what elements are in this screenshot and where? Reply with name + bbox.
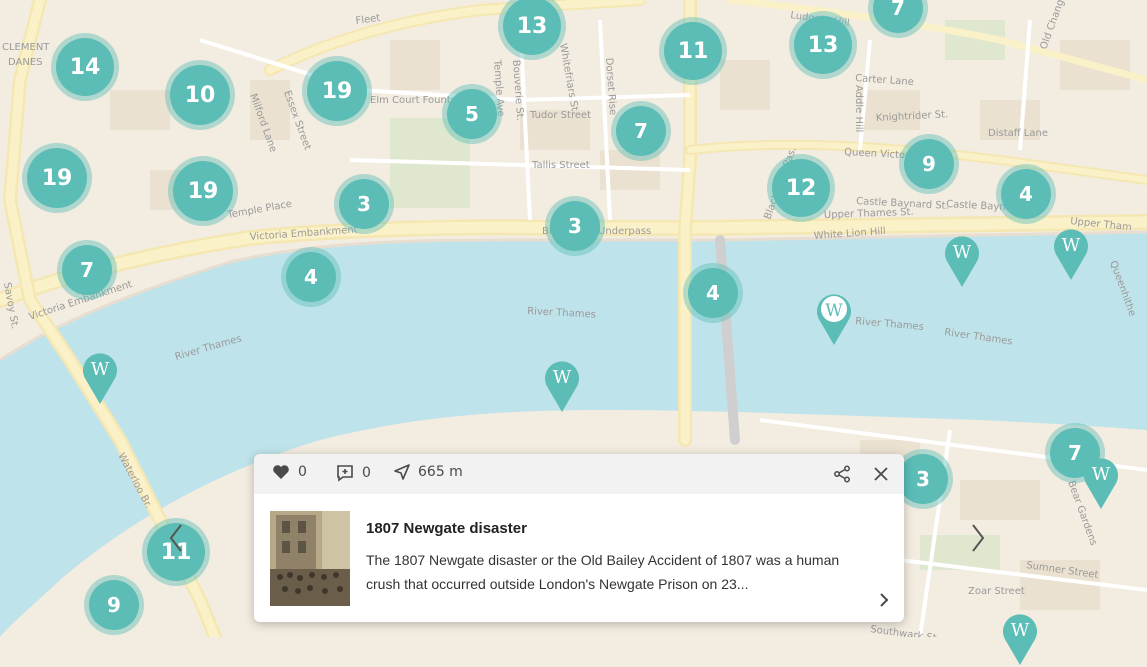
chevron-left-icon — [169, 524, 182, 552]
cluster-marker[interactable]: 9 — [84, 575, 144, 635]
svg-text:W: W — [91, 359, 110, 380]
wikipedia-w-icon[interactable]: W — [1052, 226, 1090, 282]
cluster-count: 9 — [904, 139, 954, 189]
cluster-marker[interactable]: 3 — [545, 196, 605, 256]
svg-text:W: W — [1011, 620, 1030, 641]
cluster-count: 19 — [173, 161, 233, 221]
cluster-count: 5 — [447, 89, 497, 139]
article-thumbnail[interactable] — [270, 511, 350, 606]
cluster-count: 3 — [898, 454, 948, 504]
comment-count: 0 — [362, 465, 371, 481]
svg-text:W: W — [553, 367, 572, 388]
close-icon — [874, 467, 888, 481]
cluster-marker[interactable]: 3 — [334, 174, 394, 234]
cluster-marker[interactable]: 19 — [22, 143, 92, 213]
svg-text:W: W — [1062, 235, 1081, 256]
share-button[interactable] — [830, 462, 854, 486]
place-info-card[interactable]: 0 0 665 m 1807 Newgate disaster The 1807… — [254, 454, 904, 622]
cluster-count: 11 — [664, 22, 722, 80]
cluster-marker[interactable]: 14 — [51, 33, 119, 101]
heart-icon — [273, 465, 289, 479]
cluster-marker[interactable]: 10 — [165, 60, 235, 130]
cluster-count: 7 — [873, 0, 923, 33]
cluster-marker[interactable]: 7 — [611, 101, 671, 161]
svg-text:W: W — [1092, 464, 1111, 485]
next-arrow[interactable] — [960, 520, 996, 556]
wikipedia-w-icon[interactable]: W — [943, 233, 981, 289]
cluster-marker[interactable]: 4 — [996, 164, 1056, 224]
comment-button[interactable]: 0 — [336, 464, 371, 482]
article-summary: The 1807 Newgate disaster or the Old Bai… — [366, 552, 840, 592]
cluster-marker[interactable]: 7 — [57, 240, 117, 300]
wikipedia-w-icon[interactable]: W — [1082, 455, 1120, 511]
cluster-marker[interactable]: 4 — [683, 263, 743, 323]
engraving-image — [270, 511, 350, 606]
cluster-marker[interactable]: 19 — [168, 156, 238, 226]
like-count: 0 — [298, 464, 307, 480]
street-label: DANES — [8, 57, 43, 68]
previous-arrow[interactable] — [158, 520, 194, 556]
like-button[interactable]: 0 — [272, 464, 307, 480]
article-title[interactable]: 1807 Newgate disaster — [366, 520, 527, 537]
cluster-count: 3 — [339, 179, 389, 229]
street-label: Zoar Street — [968, 586, 1025, 597]
cluster-count: 4 — [688, 268, 738, 318]
cluster-count: 4 — [1001, 169, 1051, 219]
street-label: Distaff Lane — [988, 128, 1048, 139]
street-label: Tudor Street — [529, 110, 591, 121]
cluster-marker[interactable]: 5 — [442, 84, 502, 144]
distance-value: 665 m — [418, 464, 463, 480]
cluster-marker[interactable]: 9 — [899, 134, 959, 194]
cluster-count: 7 — [616, 106, 666, 156]
cluster-count: 10 — [170, 65, 230, 125]
svg-text:W: W — [953, 242, 972, 263]
cluster-count: 4 — [286, 252, 336, 302]
cluster-count: 14 — [56, 38, 114, 96]
street-label: CLEMENT — [2, 42, 50, 53]
wikipedia-w-icon[interactable]: W — [81, 350, 119, 406]
cluster-marker[interactable]: 4 — [281, 247, 341, 307]
distance-indicator: 665 m — [394, 464, 463, 480]
open-article-button[interactable] — [872, 588, 896, 612]
wikipedia-w-icon[interactable]: W — [1001, 611, 1039, 667]
close-button[interactable] — [869, 462, 893, 486]
cluster-marker[interactable]: 12 — [767, 154, 835, 222]
navigation-arrow-icon — [394, 464, 410, 480]
cluster-count: 13 — [503, 0, 561, 55]
share-icon — [834, 465, 850, 483]
wikipedia-w-icon[interactable]: W — [543, 358, 581, 414]
street-label: Tallis Street — [531, 160, 590, 171]
street-label: Addle Hill — [853, 85, 864, 132]
cluster-count: 19 — [307, 61, 367, 121]
cluster-count: 19 — [27, 148, 87, 208]
svg-text:W: W — [825, 301, 843, 321]
comment-plus-icon — [337, 465, 353, 482]
cluster-count: 9 — [89, 580, 139, 630]
cluster-marker[interactable]: 11 — [659, 17, 727, 85]
chevron-right-icon — [972, 524, 985, 552]
cluster-count: 13 — [794, 16, 852, 74]
cluster-count: 3 — [550, 201, 600, 251]
cluster-count: 7 — [62, 245, 112, 295]
wikipedia-w-icon[interactable]: W — [815, 291, 853, 347]
cluster-count: 12 — [772, 159, 830, 217]
cluster-marker[interactable]: 19 — [302, 56, 372, 126]
chevron-right-icon — [880, 593, 889, 607]
cluster-marker[interactable]: 13 — [789, 11, 857, 79]
